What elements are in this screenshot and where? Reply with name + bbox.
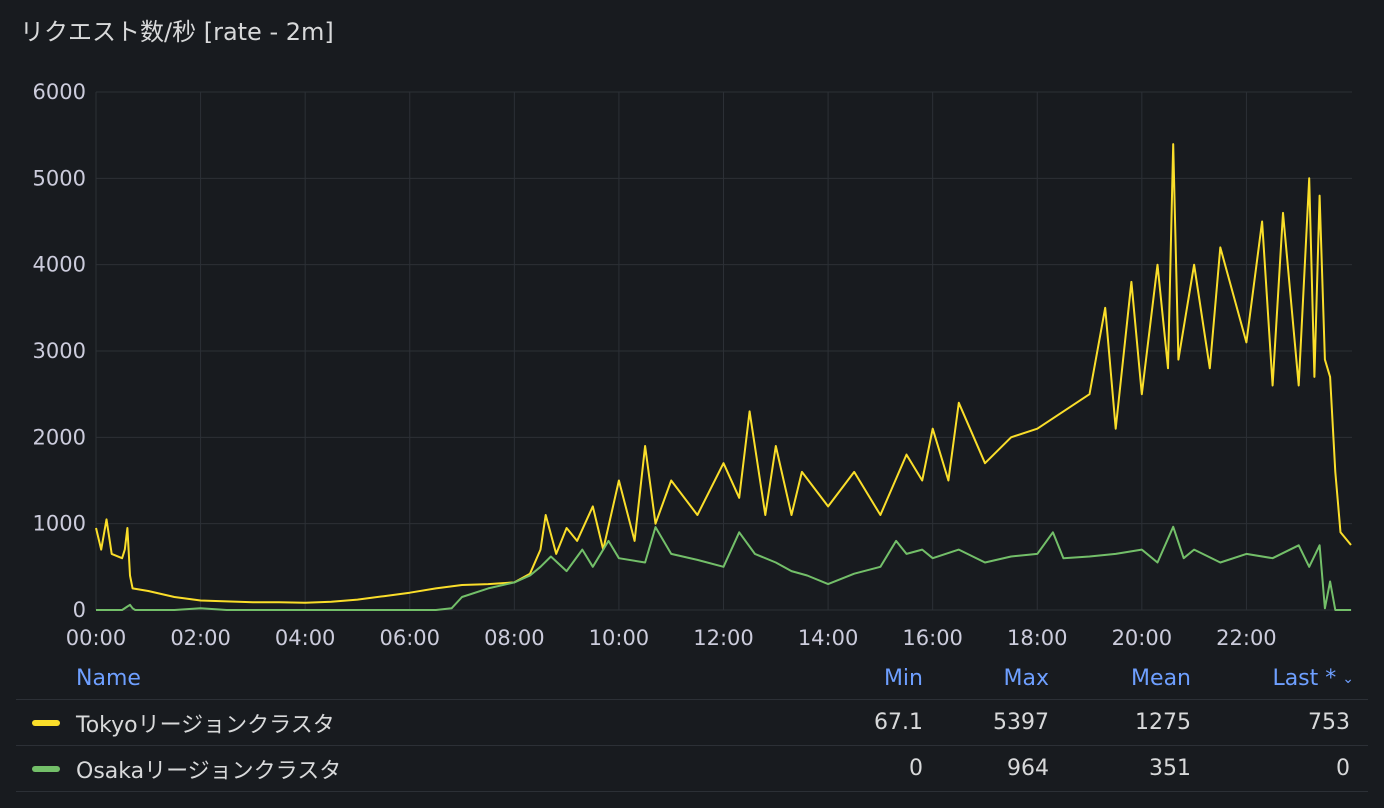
x-axis: 00:00 02:00 04:00 06:00 08:00 10:00 12:00 14:00… <box>66 626 1277 650</box>
legend-series-name[interactable]: Osakaリージョンクラスタ <box>76 746 341 791</box>
legend-col-name[interactable]: Name <box>76 658 141 699</box>
x-tick-label: 22:00 <box>1216 626 1277 650</box>
legend-value-min: 67.1 <box>874 710 923 735</box>
chart-grid <box>95 91 1352 611</box>
y-tick-label: 1000 <box>33 512 86 536</box>
legend-value-mean: 351 <box>1149 756 1191 781</box>
legend-col-last[interactable]: Last * ⌄ <box>1272 658 1354 699</box>
y-tick-label: 0 <box>73 598 86 622</box>
x-tick-label: 06:00 <box>379 626 440 650</box>
y-tick-label: 4000 <box>33 253 86 277</box>
legend-col-min[interactable]: Min <box>884 658 923 699</box>
y-tick-label: 6000 <box>33 80 86 104</box>
legend-value-mean: 1275 <box>1135 710 1191 735</box>
chevron-down-icon: ⌄ <box>1342 670 1354 687</box>
x-tick-label: 18:00 <box>1007 626 1068 650</box>
x-tick-label: 10:00 <box>589 626 650 650</box>
legend-value-max: 5397 <box>993 710 1049 735</box>
legend-value-last: 753 <box>1308 710 1350 735</box>
x-tick-label: 16:00 <box>902 626 963 650</box>
legend-header: Name Min Max Mean Last * ⌄ <box>16 658 1368 700</box>
legend-row-osaka[interactable]: Osakaリージョンクラスタ 0 964 351 0 <box>16 746 1368 792</box>
x-tick-label: 14:00 <box>798 626 859 650</box>
legend-col-last-label: Last * <box>1272 666 1337 691</box>
series-color-swatch[interactable] <box>32 719 60 726</box>
x-tick-label: 08:00 <box>484 626 545 650</box>
legend-series-name[interactable]: Tokyoリージョンクラスタ <box>76 700 335 745</box>
legend-value-last: 0 <box>1336 756 1350 781</box>
time-series-chart[interactable]: 0 1000 2000 3000 4000 5000 6000 00:00 02:00 04:0… <box>0 0 1384 660</box>
x-tick-label: 00:00 <box>66 626 127 650</box>
x-tick-label: 02:00 <box>170 626 231 650</box>
series-color-swatch[interactable] <box>32 765 60 772</box>
legend-value-max: 964 <box>1007 756 1049 781</box>
legend-table: Name Min Max Mean Last * ⌄ Tokyoリージョンクラス… <box>16 658 1368 792</box>
x-tick-label: 12:00 <box>693 626 754 650</box>
y-tick-label: 5000 <box>33 166 86 190</box>
legend-col-mean[interactable]: Mean <box>1131 658 1191 699</box>
x-tick-label: 20:00 <box>1112 626 1173 650</box>
y-axis: 0 1000 2000 3000 4000 5000 6000 <box>33 80 86 622</box>
y-tick-label: 3000 <box>33 339 86 363</box>
x-tick-label: 04:00 <box>275 626 336 650</box>
legend-row-tokyo[interactable]: Tokyoリージョンクラスタ 67.1 5397 1275 753 <box>16 700 1368 746</box>
legend-col-max[interactable]: Max <box>1004 658 1049 699</box>
y-tick-label: 2000 <box>33 425 86 449</box>
legend-value-min: 0 <box>909 756 923 781</box>
